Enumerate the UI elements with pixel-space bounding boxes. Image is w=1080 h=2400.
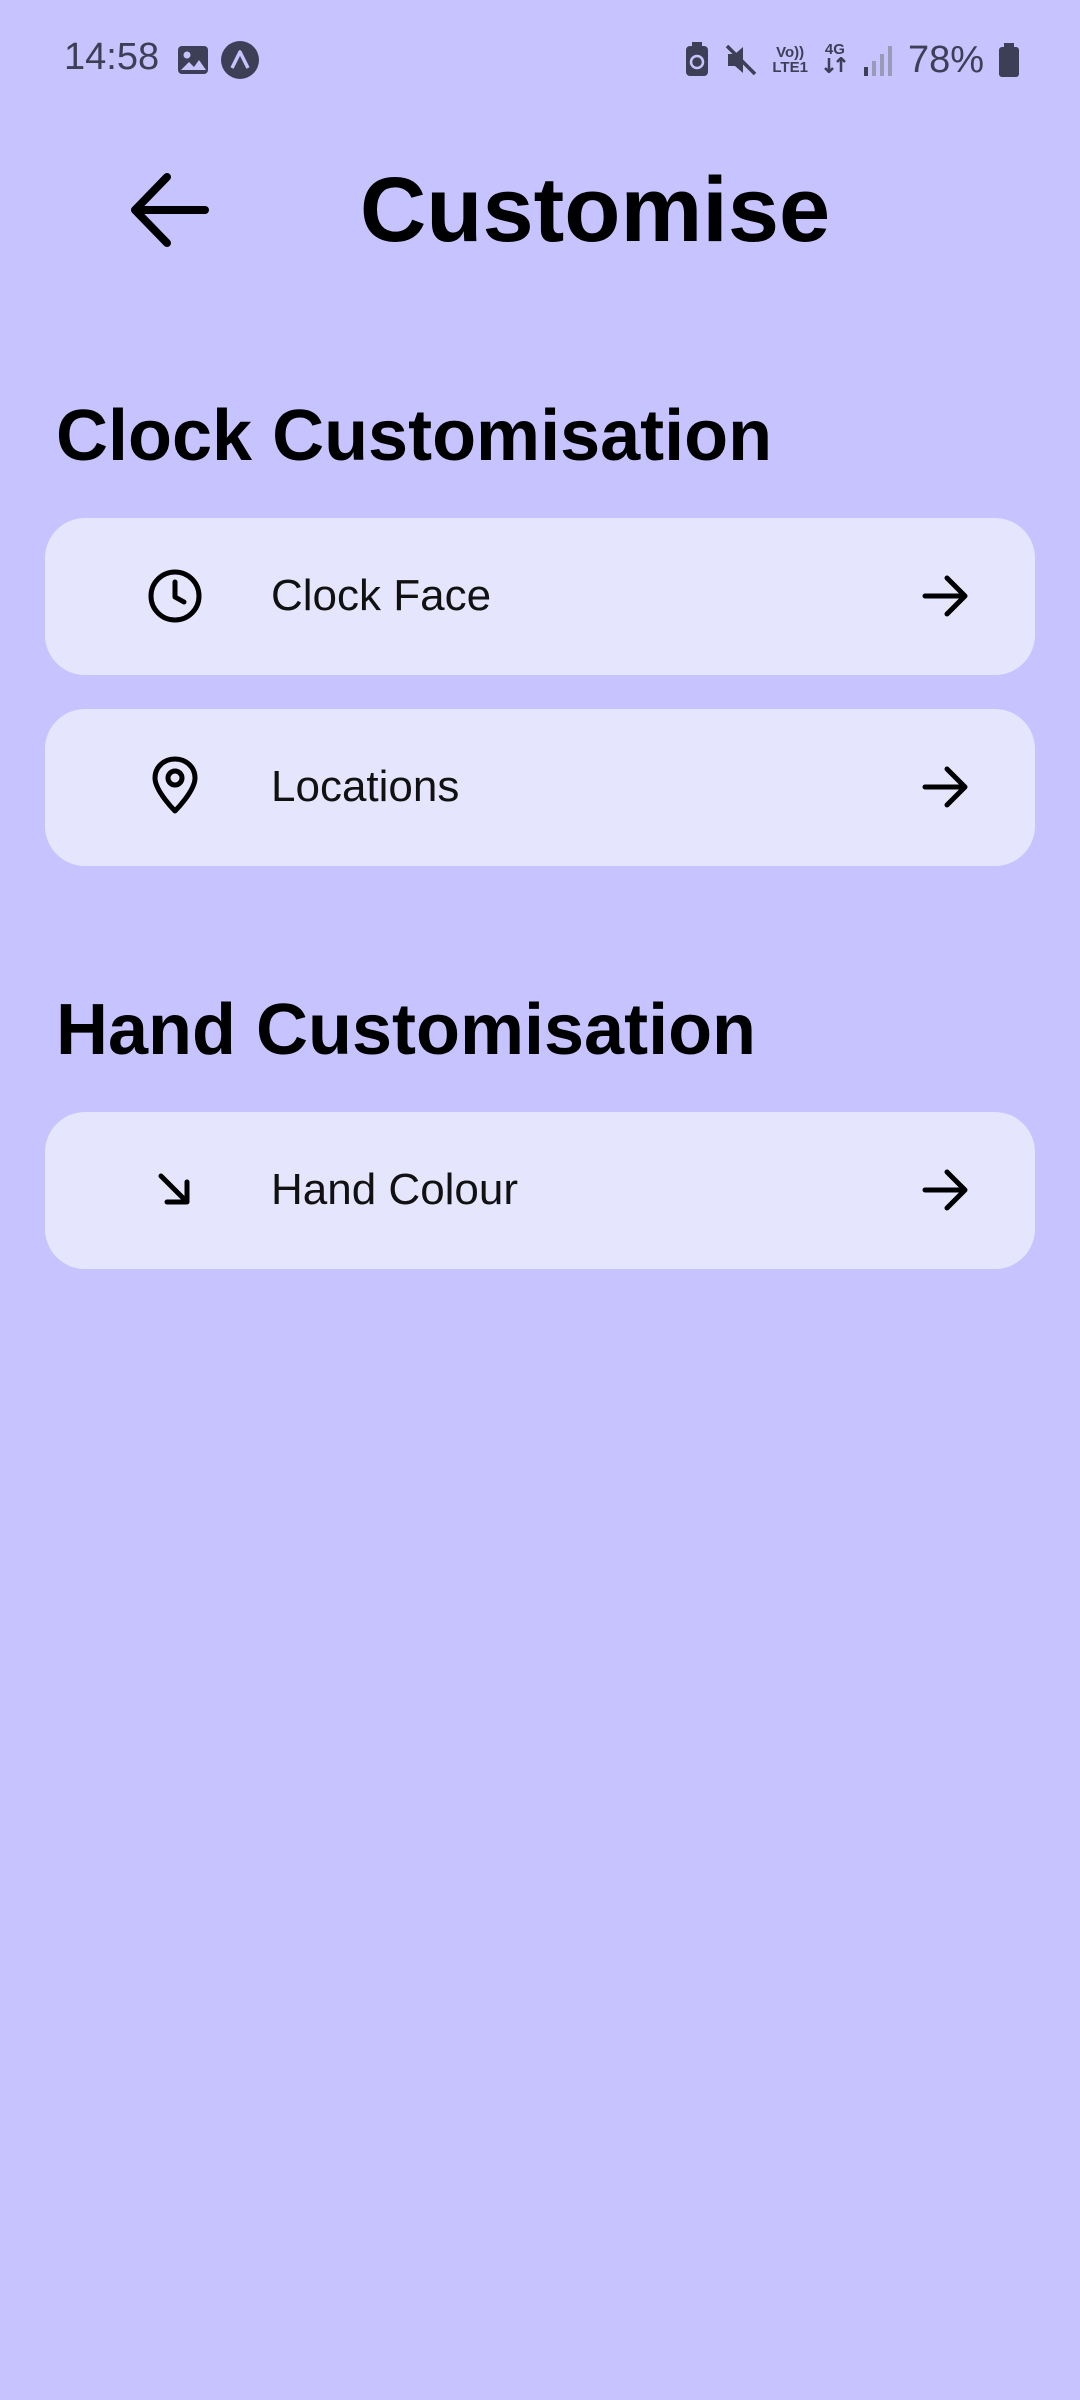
volte-indicator: Vo)) LTE1 xyxy=(772,44,808,76)
menu-item-label: Hand Colour xyxy=(271,1165,519,1214)
app-notification-icon xyxy=(221,41,259,79)
arrow-left-icon xyxy=(131,173,209,247)
data-arrows-icon xyxy=(824,56,846,74)
menu-item-locations[interactable]: Locations xyxy=(45,709,1035,866)
menu-item-hand-colour[interactable]: Hand Colour xyxy=(45,1112,1035,1269)
battery-icon xyxy=(999,43,1019,77)
gallery-icon xyxy=(178,46,208,74)
arrow-right-icon xyxy=(922,575,968,617)
clock-icon xyxy=(148,569,202,623)
arrow-right-icon xyxy=(922,766,968,808)
back-button[interactable] xyxy=(120,160,220,260)
section-title-hand: Hand Customisation xyxy=(56,990,757,1070)
menu-item-label: Locations xyxy=(271,762,460,811)
mute-icon xyxy=(726,44,757,76)
status-time: 14:58 xyxy=(64,36,160,78)
map-pin-icon xyxy=(152,756,198,814)
arrow-down-right-icon xyxy=(158,1173,190,1205)
status-bar: 14:58 Vo)) LTE1 4G 78% xyxy=(0,0,1080,120)
data-indicator: 4G xyxy=(822,42,848,78)
menu-item-clock-face[interactable]: Clock Face xyxy=(45,518,1035,675)
menu-item-label: Clock Face xyxy=(271,571,492,620)
signal-icon xyxy=(863,46,892,76)
arrow-right-icon xyxy=(922,1169,968,1211)
section-title-clock: Clock Customisation xyxy=(56,396,773,476)
battery-saver-icon xyxy=(686,42,709,76)
status-right-group: Vo)) LTE1 4G 78% xyxy=(684,36,1020,84)
battery-percent: 78% xyxy=(907,38,984,81)
